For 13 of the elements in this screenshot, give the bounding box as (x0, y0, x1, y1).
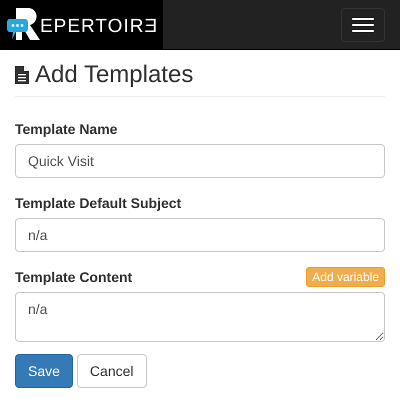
content-textarea[interactable]: n/a (15, 292, 385, 342)
document-icon (15, 66, 29, 84)
field-label: Template Name (15, 120, 118, 139)
logo[interactable]: EPERTOIRƎ (0, 0, 163, 50)
logo-text: EPERTOIRƎ (40, 15, 158, 40)
cancel-button[interactable]: Cancel (76, 354, 147, 388)
field-label: Template Default Subject (15, 194, 182, 213)
field-label: Template Content (15, 268, 132, 287)
save-button[interactable]: Save (15, 354, 73, 388)
text-input[interactable]: n/a (15, 218, 385, 252)
text-input[interactable]: Quick Visit (15, 144, 385, 178)
menu-button[interactable] (341, 8, 385, 42)
page-title: Add Templates (35, 62, 194, 88)
